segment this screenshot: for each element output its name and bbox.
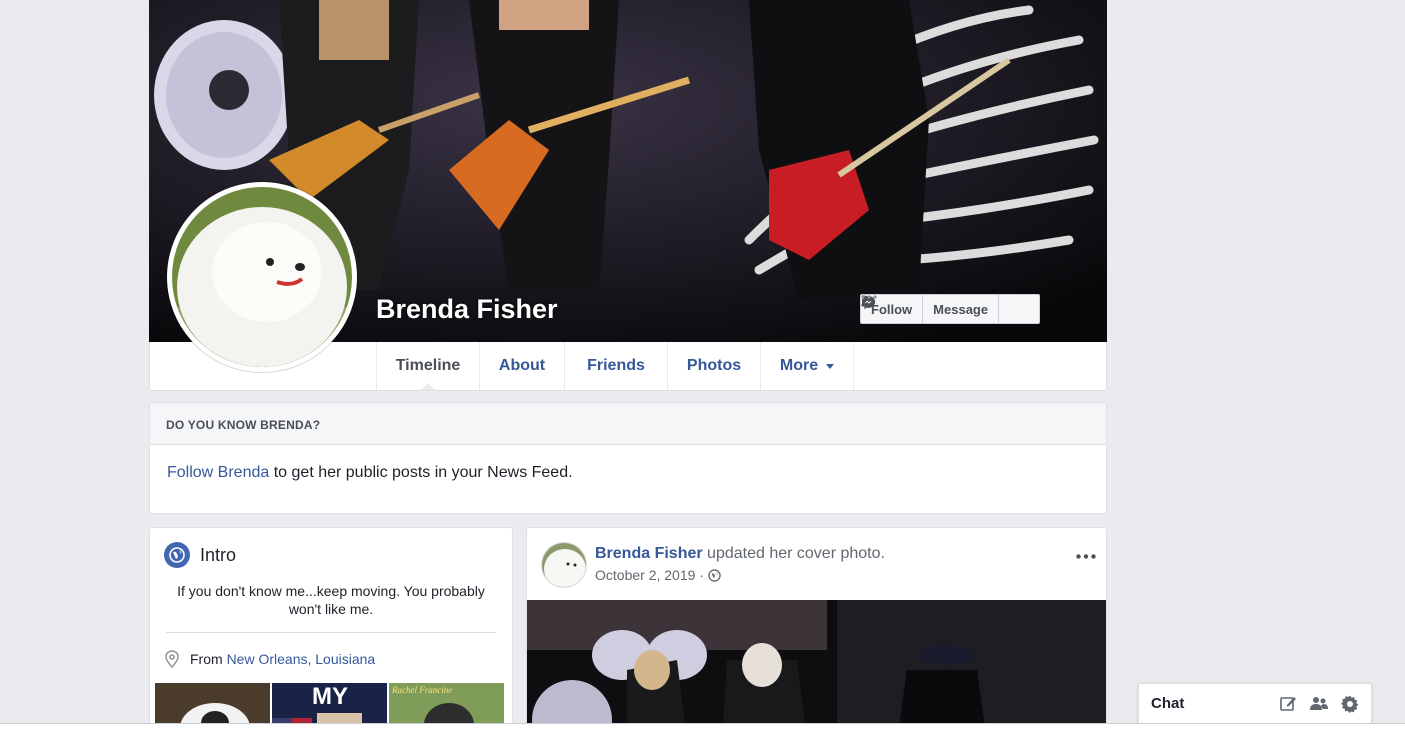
intro-hometown: From New Orleans, Louisiana (164, 650, 375, 668)
post-card: Brenda Fisher updated her cover photo. O… (526, 527, 1107, 729)
tab-photos[interactable]: Photos (667, 342, 760, 390)
hometown-link[interactable]: New Orleans, Louisiana (227, 651, 376, 667)
follow-profile-link[interactable]: Follow Brenda (167, 464, 269, 481)
ellipsis-icon (861, 295, 877, 299)
message-button[interactable]: Message (861, 295, 1000, 323)
profile-page: Brenda Fisher Follow Message Timeline Ab… (0, 0, 1405, 729)
location-pin-icon (165, 650, 179, 668)
globe-icon (164, 542, 190, 568)
tab-label: More (779, 357, 819, 374)
tab-about[interactable]: About (479, 342, 564, 390)
new-message-icon[interactable] (1279, 695, 1297, 713)
group-conversation-icon[interactable] (1309, 695, 1329, 713)
intro-photo-caption: Rachel Francine (392, 685, 453, 695)
intro-card: Intro If you don't know me...keep moving… (149, 527, 513, 729)
intro-photo-caption: MY (312, 683, 348, 710)
chat-label: Chat (1151, 695, 1185, 712)
intro-title: Intro (200, 544, 237, 565)
tab-more[interactable]: More (760, 342, 854, 390)
profile-tabs: Timeline About Friends Photos More (376, 342, 854, 390)
post-cover-photo[interactable] (527, 600, 1106, 729)
tab-label: Friends (587, 357, 645, 374)
window-bottom-edge (0, 723, 1405, 729)
cover-action-bar: Follow Message (860, 294, 1041, 324)
post-options-button[interactable] (1076, 546, 1096, 564)
intro-bio: If you don't know me...keep moving. You … (177, 583, 485, 617)
public-globe-icon[interactable] (708, 568, 721, 582)
follow-suggestion-box: DO YOU KNOW BRENDA? Follow Brenda to get… (149, 402, 1107, 514)
tab-label: Photos (686, 357, 742, 374)
follow-suggestion-heading: DO YOU KNOW BRENDA? (150, 403, 1106, 445)
more-options-button[interactable] (861, 295, 1039, 323)
tab-friends[interactable]: Friends (564, 342, 667, 390)
post-date[interactable]: October 2, 2019 · (595, 567, 704, 583)
post-author-avatar[interactable] (541, 542, 587, 588)
chat-icons (1279, 695, 1359, 713)
hometown-label: From (190, 651, 227, 667)
follow-suggestion-rest: to get her public posts in your News Fee… (269, 464, 573, 481)
profile-name[interactable]: Brenda Fisher (376, 294, 558, 325)
message-label: Message (933, 301, 989, 317)
post-meta: October 2, 2019 · (595, 567, 721, 583)
tab-label: About (498, 357, 546, 374)
post-header: Brenda Fisher updated her cover photo. (595, 545, 885, 563)
intro-divider (166, 632, 496, 633)
caret-down-icon (826, 363, 835, 369)
tab-timeline[interactable]: Timeline (376, 342, 479, 390)
follow-suggestion-text: Follow Brenda to get her public posts in… (150, 445, 1106, 482)
ellipsis-icon (1076, 554, 1096, 559)
intro-header: Intro (164, 542, 236, 568)
tab-label: Timeline (395, 357, 461, 374)
post-author-link[interactable]: Brenda Fisher (595, 545, 703, 562)
post-action-text: updated her cover photo. (702, 545, 885, 562)
profile-picture[interactable] (167, 182, 357, 372)
gear-icon[interactable] (1341, 695, 1359, 713)
chat-bar[interactable]: Chat (1138, 683, 1372, 723)
follow-label: Follow (871, 301, 913, 317)
